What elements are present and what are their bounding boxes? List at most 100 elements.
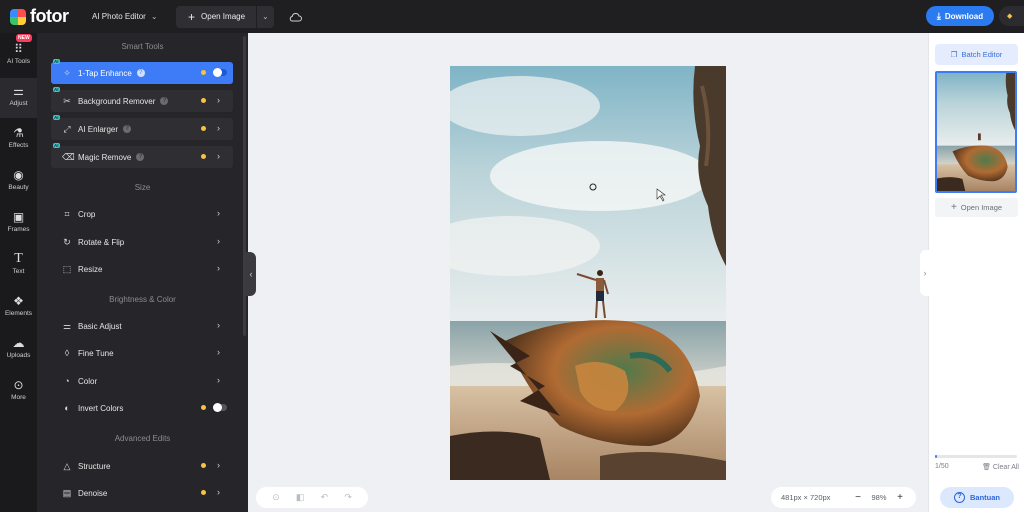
rail-item-frames[interactable]: ▣ Frames: [0, 210, 37, 246]
section-title-advanced-edits: Advanced Edits: [114, 434, 171, 443]
icon-rail: NEW ⠿ AI Tools ⚌ Adjust ⚗ Effects ◉ Beau…: [0, 33, 37, 512]
toggle-switch[interactable]: [213, 403, 227, 412]
chevron-right-icon: ›: [217, 95, 220, 105]
chevron-right-icon: ›: [217, 151, 220, 161]
canvas-photo[interactable]: [450, 66, 726, 480]
reset-icon[interactable]: ⊙: [272, 492, 280, 503]
image-thumbnail[interactable]: [935, 71, 1017, 193]
rail-label: Uploads: [6, 352, 31, 359]
scissors-icon: ✂: [63, 95, 71, 106]
ai-photo-editor-label: AI Photo Editor: [92, 12, 146, 21]
tool-rotate-flip[interactable]: ↻ Rotate & Flip ›: [51, 231, 233, 253]
redo-icon[interactable]: ↷: [344, 492, 352, 503]
upload-progress-bar: [935, 455, 1017, 458]
rail-item-elements[interactable]: ❖ Elements: [0, 294, 37, 330]
ai-tag: AI: [53, 115, 60, 120]
tool-fine-tune[interactable]: ◊ Fine Tune ›: [51, 342, 233, 364]
denoise-icon: ▤: [62, 487, 72, 498]
rotate-icon: ↻: [63, 236, 71, 247]
tool-label: Fine Tune: [78, 348, 114, 358]
clear-all-button[interactable]: 🗑 Clear All: [982, 463, 1019, 471]
upgrade-button[interactable]: ◆: [999, 6, 1024, 26]
chevron-down-icon: ⌄: [262, 12, 269, 21]
download-button[interactable]: ⤓ Download: [926, 6, 994, 26]
crop-icon: ⌗: [64, 208, 70, 219]
ai-tag: AI: [53, 59, 60, 64]
section-title-size: Size: [134, 183, 151, 192]
tool-label: Resize: [78, 264, 103, 274]
more-icon: ⊙: [13, 378, 24, 392]
expand-right-panel-handle[interactable]: ›: [920, 250, 930, 296]
open-image-button-group: + Open Image ⌄: [176, 5, 274, 28]
chevron-right-icon: ›: [217, 487, 220, 497]
tool-1-tap-enhance[interactable]: AI ✧ 1-Tap Enhance ?: [51, 59, 233, 84]
logo-text: fotor: [30, 6, 69, 26]
ai-photo-editor-menu[interactable]: AI Photo Editor ⌄: [92, 12, 170, 21]
help-label: Bantuan: [970, 493, 1000, 502]
flask-icon: ⚗: [13, 126, 24, 140]
triangle-icon: △: [63, 460, 71, 471]
tool-label: 1-Tap Enhance: [78, 68, 132, 78]
open-image-button[interactable]: + Open Image: [176, 5, 258, 28]
image-count-row: 1/50 🗑 Clear All: [935, 463, 1019, 471]
upload-progress-fill: [935, 455, 937, 458]
zoom-level[interactable]: 98%: [865, 493, 893, 502]
chevron-right-icon: ›: [923, 268, 927, 278]
zoom-out-button[interactable]: −: [851, 492, 865, 503]
rail-item-beauty[interactable]: ◉ Beauty: [0, 168, 37, 204]
batch-editor-button[interactable]: ❐ Batch Editor: [935, 44, 1018, 65]
tool-resize[interactable]: ⬚ Resize ›: [51, 258, 233, 280]
tool-denoise[interactable]: ▤ Denoise ›: [51, 482, 233, 504]
question-icon: ?: [954, 492, 965, 503]
rail-item-ai-tools[interactable]: ⠿ AI Tools: [0, 42, 37, 78]
chevron-left-icon: ‹: [249, 269, 253, 279]
chevron-right-icon: ›: [217, 123, 220, 133]
zoom-in-button[interactable]: +: [893, 492, 907, 503]
tool-magic-remove[interactable]: AI ⌫ Magic Remove ? ›: [51, 143, 233, 168]
info-icon[interactable]: ?: [123, 125, 132, 133]
batch-editor-label: Batch Editor: [961, 50, 1003, 59]
zoom-controls: 481px × 720px − 98% +: [771, 487, 916, 508]
tool-crop[interactable]: ⌗ Crop ›: [51, 203, 233, 225]
resize-icon: ⬚: [62, 263, 72, 274]
beach-shipwreck-photo: [450, 66, 726, 480]
top-bar: fotor AI Photo Editor ⌄ + Open Image ⌄: [0, 0, 1024, 33]
open-image-small-button[interactable]: + Open Image: [935, 198, 1018, 217]
tool-invert-colors[interactable]: ◐ Invert Colors: [51, 397, 233, 419]
pro-dot: [201, 463, 206, 468]
droplet-icon: ◊: [64, 348, 70, 358]
info-icon[interactable]: ?: [136, 69, 145, 77]
rail-item-adjust[interactable]: ⚌ Adjust: [0, 78, 37, 118]
eye-icon: ◉: [13, 168, 24, 182]
help-button[interactable]: ? Bantuan: [940, 487, 1014, 508]
text-icon: T: [14, 251, 23, 266]
invert-icon: ◐: [64, 403, 70, 413]
open-image-dropdown[interactable]: ⌄: [257, 6, 274, 28]
fotor-logo[interactable]: fotor: [10, 6, 82, 27]
tool-color[interactable]: ◔ Color ›: [51, 370, 233, 392]
compare-icon[interactable]: ◧: [296, 492, 305, 503]
section-title-brightness-color: Brightness & Color: [109, 295, 176, 304]
undo-icon[interactable]: ↶: [321, 492, 329, 503]
eraser-icon: ⌫: [62, 151, 75, 162]
shapes-icon: ❖: [13, 294, 24, 308]
tool-ai-enlarger[interactable]: AI ⤢ AI Enlarger ? ›: [51, 115, 233, 140]
rail-item-effects[interactable]: ⚗ Effects: [0, 126, 37, 162]
info-icon[interactable]: ?: [136, 153, 145, 161]
pro-dot: [201, 70, 206, 75]
cloud-icon[interactable]: [288, 12, 302, 22]
tool-structure[interactable]: △ Structure ›: [51, 455, 233, 477]
toggle-switch[interactable]: [213, 68, 227, 77]
rail-item-uploads[interactable]: ☁ Uploads: [0, 336, 37, 372]
rail-item-text[interactable]: T Text: [0, 252, 37, 288]
download-label: Download: [944, 11, 984, 21]
rail-item-more[interactable]: ⊙ More: [0, 378, 37, 414]
logo-mark-icon: [10, 8, 26, 25]
rail-label: Elements: [4, 310, 33, 317]
info-icon[interactable]: ?: [160, 97, 169, 105]
tool-basic-adjust[interactable]: ⚌ Basic Adjust ›: [51, 315, 233, 337]
rail-label: Effects: [8, 142, 29, 149]
collapse-panel-handle[interactable]: ‹: [246, 252, 256, 296]
tool-background-remover[interactable]: AI ✂ Background Remover ? ›: [51, 87, 233, 112]
tool-label: Crop: [78, 209, 96, 219]
